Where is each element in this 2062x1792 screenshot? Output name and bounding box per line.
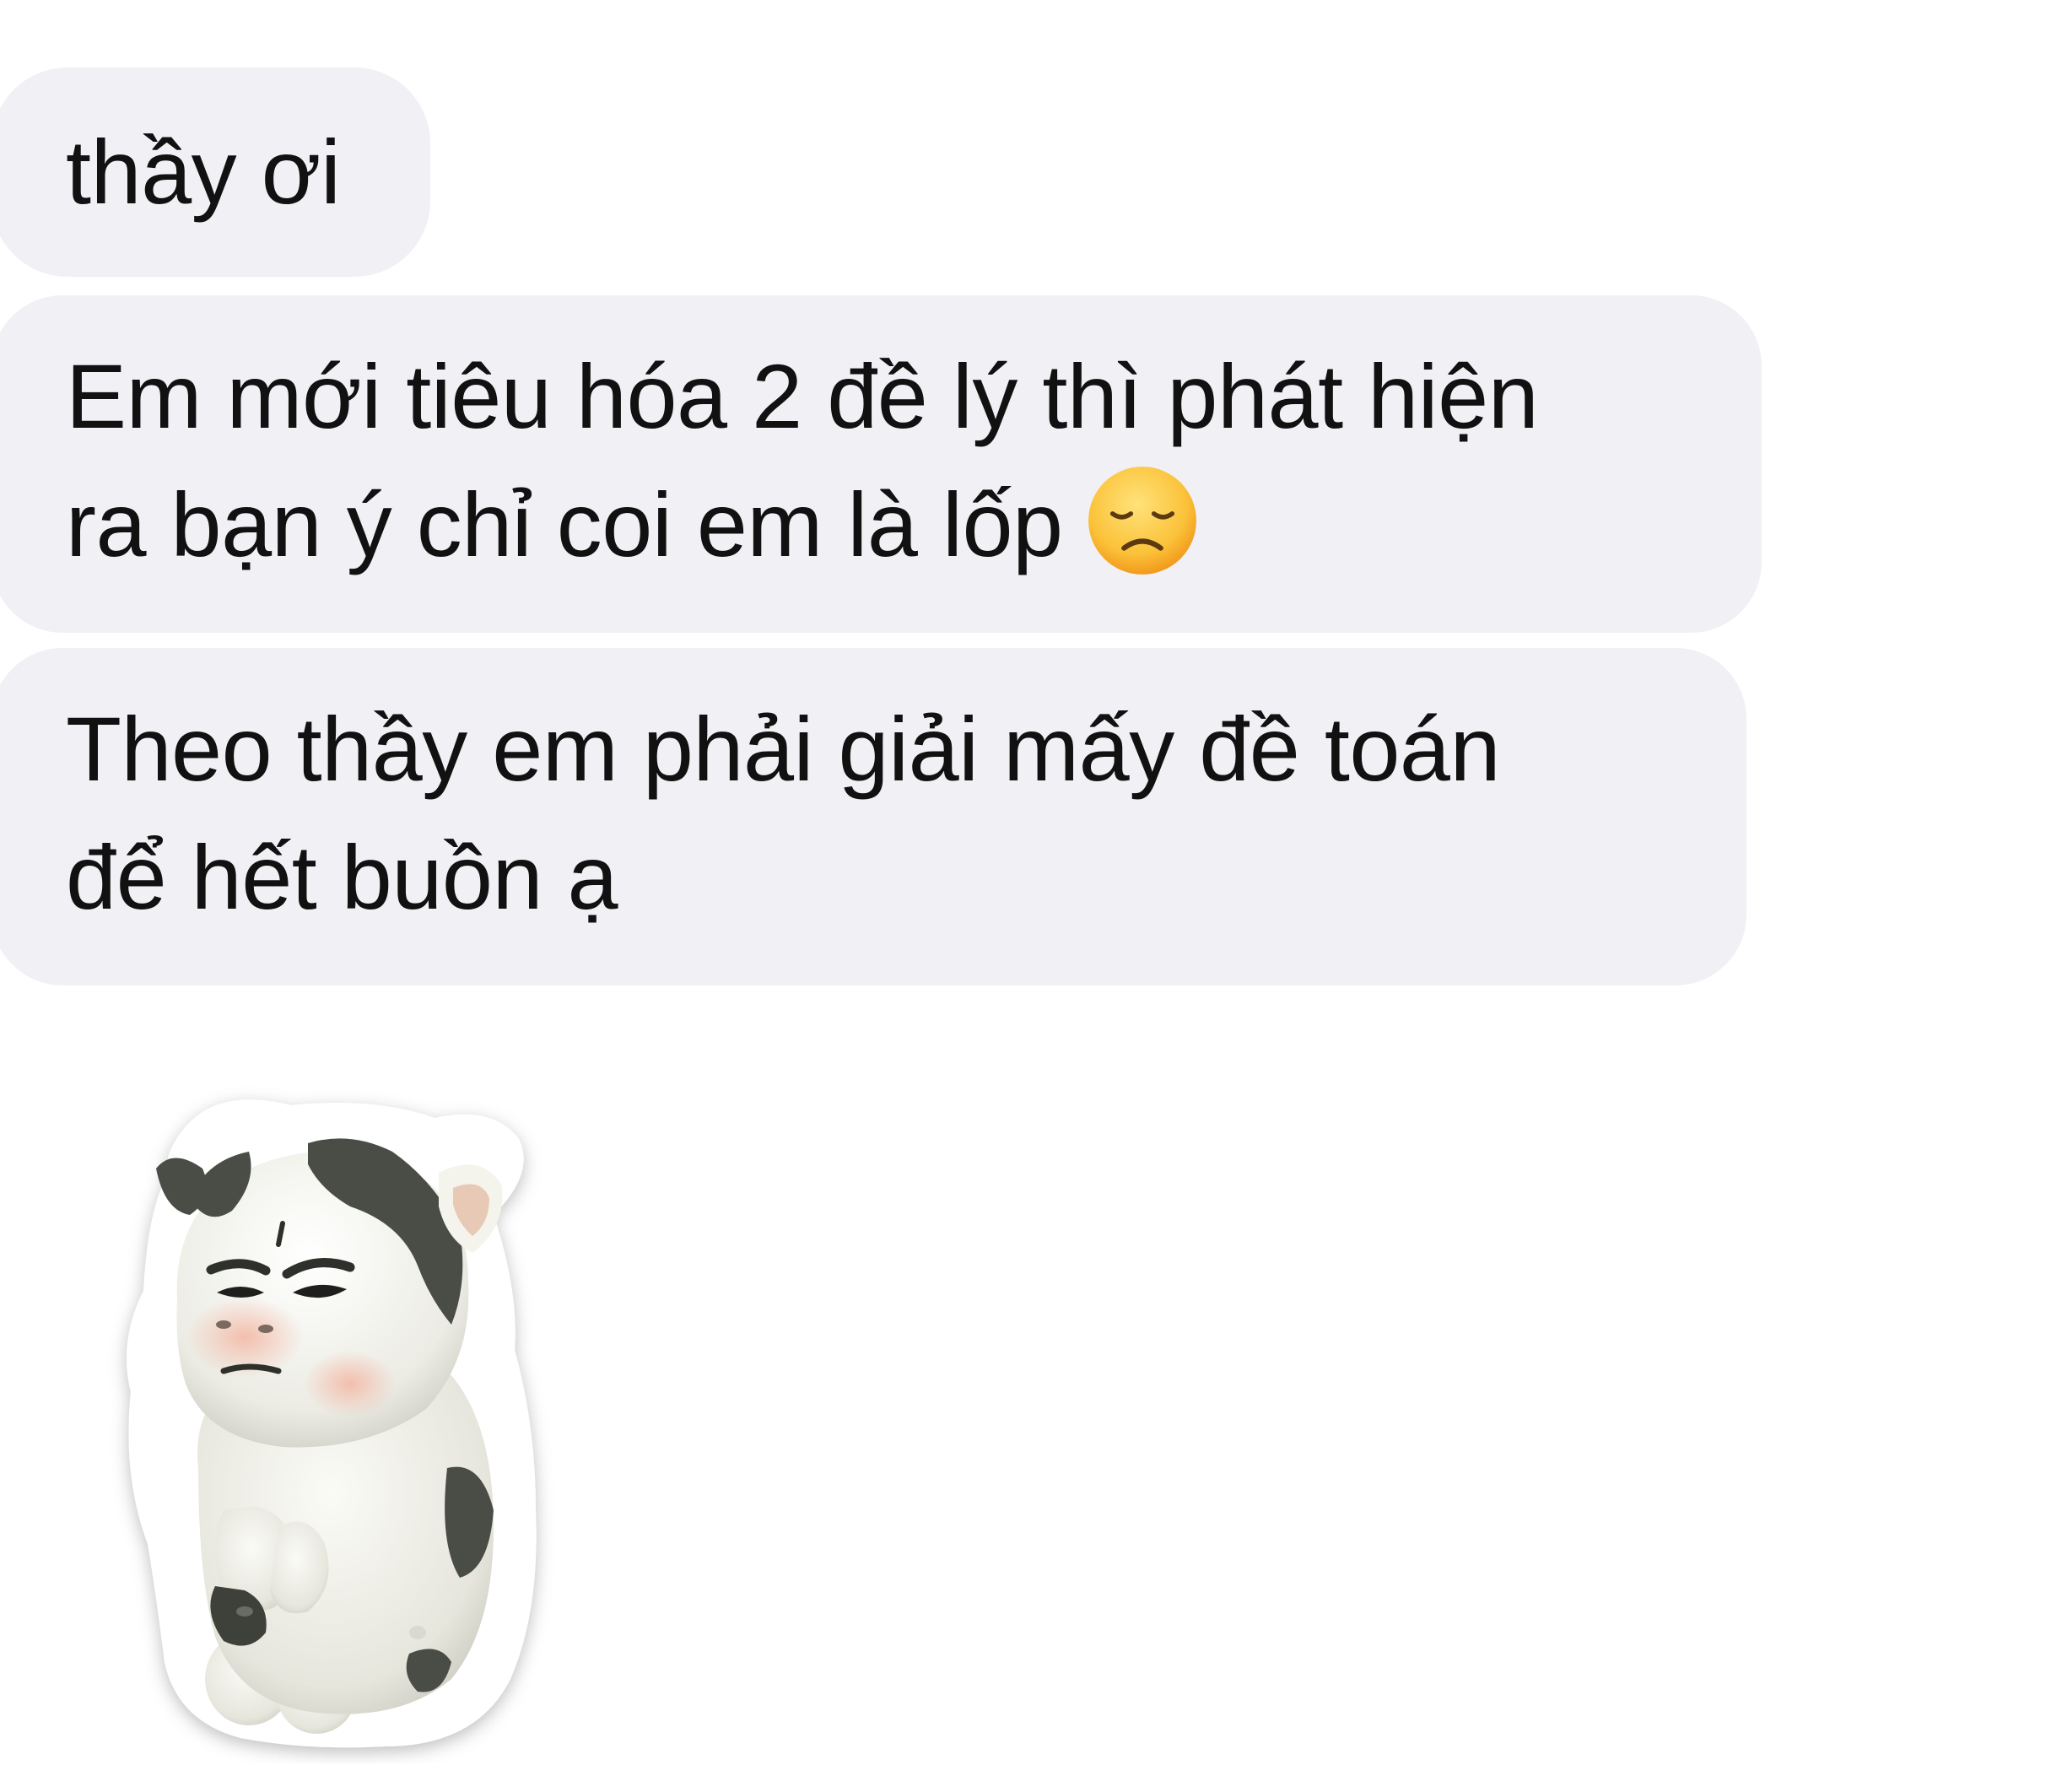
grumpy-cow-sticker[interactable]: [97, 1071, 586, 1763]
message-bubble[interactable]: thầy ơi: [0, 67, 430, 277]
message-text: Em mới tiêu hóa 2 đề lý thì phát hiện: [66, 345, 1539, 447]
message-text-line: ra bạn ý chỉ coi em là lốp: [66, 461, 1762, 611]
message-bubble[interactable]: Em mới tiêu hóa 2 đề lý thì phát hiện ra…: [0, 295, 1762, 633]
message-text: Theo thầy em phải giải mấy đề toán: [66, 698, 1501, 800]
chat-thread: thầy ơi Em mới tiêu hóa 2 đề lý thì phát…: [0, 0, 2062, 1792]
message-text: thầy ơi: [66, 121, 341, 223]
message-text: để hết buồn ạ: [66, 826, 618, 928]
disappointed-face-icon: [1085, 463, 1200, 611]
message-bubble[interactable]: Theo thầy em phải giải mấy đề toán để hế…: [0, 648, 1746, 985]
message-text: ra bạn ý chỉ coi em là lốp: [66, 473, 1063, 575]
